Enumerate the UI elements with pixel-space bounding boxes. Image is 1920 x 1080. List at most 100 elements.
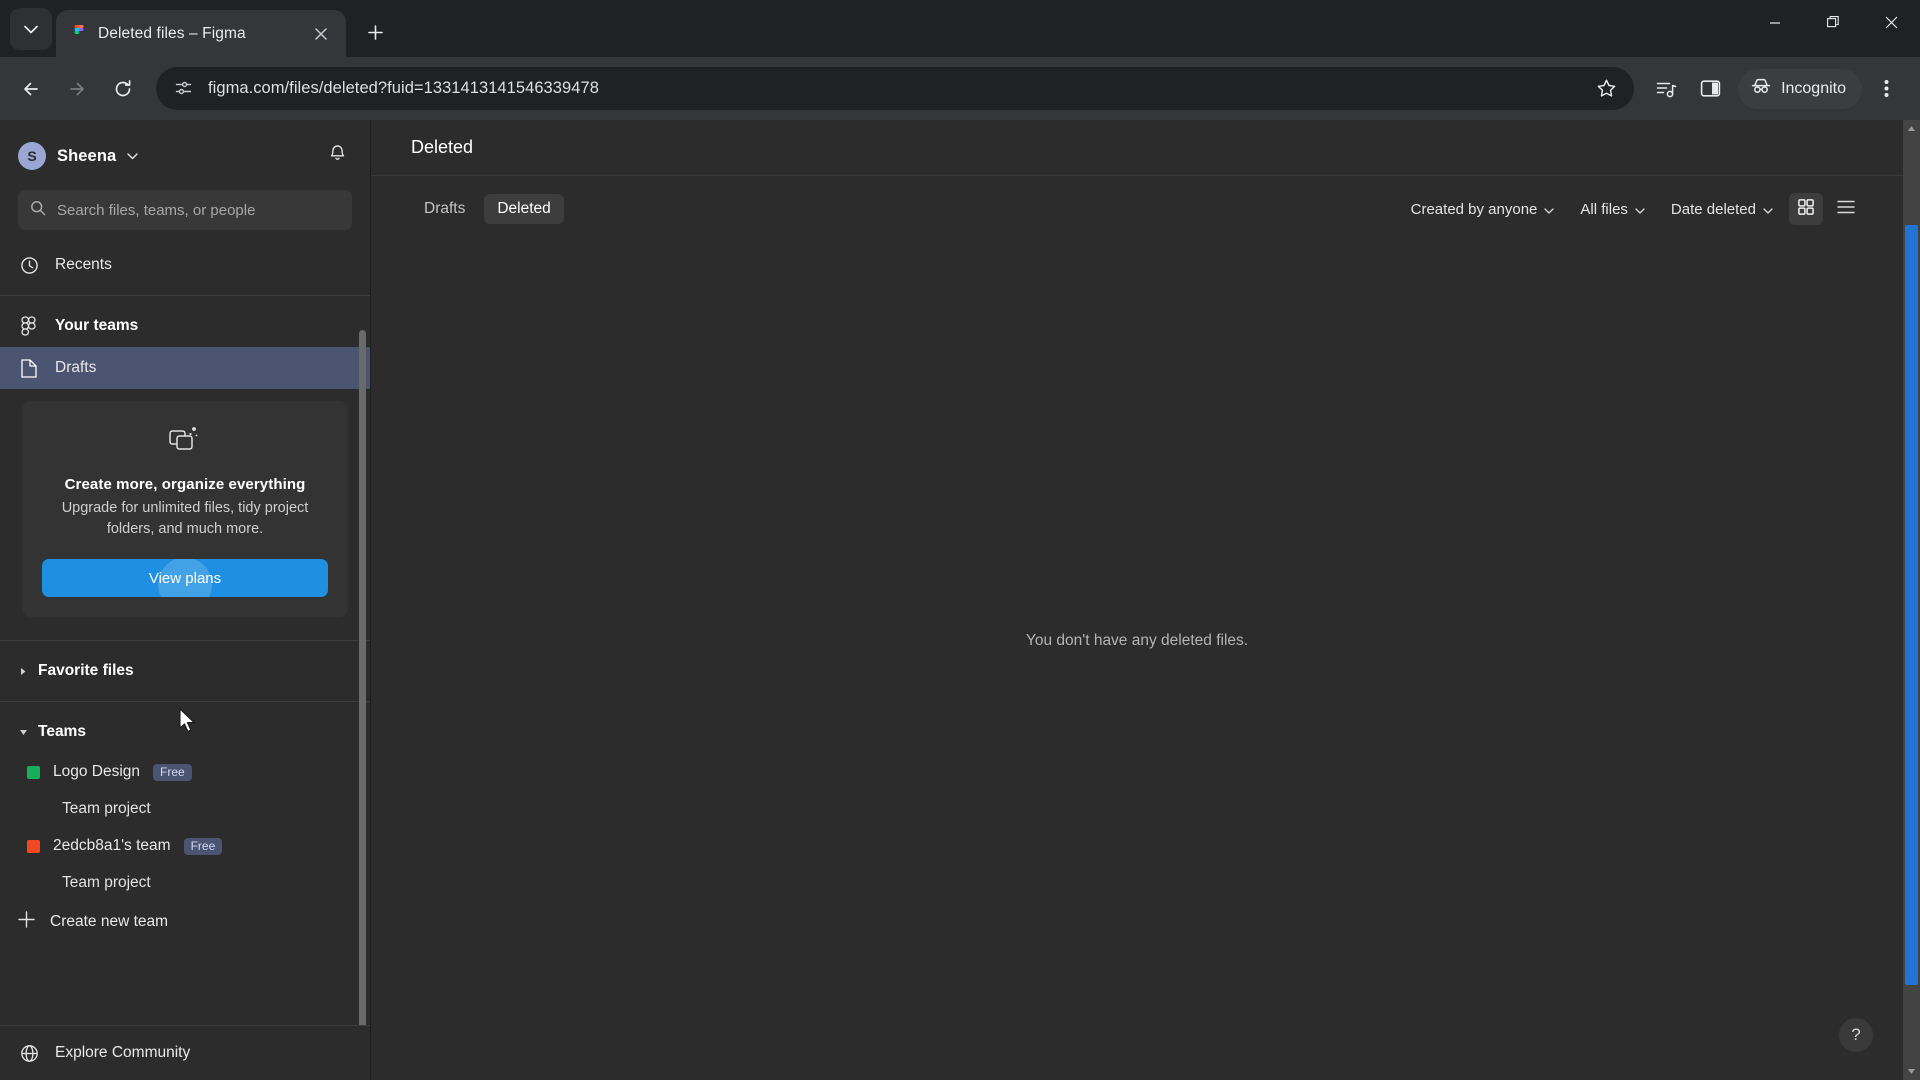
filter-label: Date deleted [1670, 200, 1756, 218]
search-icon [30, 200, 46, 221]
bell-icon [328, 144, 347, 168]
sidebar-scrollbar[interactable] [359, 330, 366, 1025]
empty-state-message: You don't have any deleted files. [1025, 632, 1249, 649]
team-name: 2edcb8a1's team [53, 837, 171, 855]
sidebar-item-label: Explore Community [55, 1044, 191, 1061]
grid-icon [1798, 198, 1814, 220]
help-label: ? [1851, 1025, 1861, 1044]
search-input[interactable]: Search files, teams, or people [18, 190, 352, 230]
minimize-button[interactable] [1746, 0, 1804, 45]
tab-drafts[interactable]: Drafts [411, 194, 478, 224]
section-label: Teams [38, 723, 86, 741]
filter-label: All files [1580, 200, 1628, 218]
grid-view-button[interactable] [1789, 193, 1823, 225]
media-control-icon[interactable] [1646, 69, 1686, 109]
new-tab-button[interactable] [358, 15, 392, 49]
page-scrollbar[interactable] [1903, 120, 1920, 1080]
site-settings-icon[interactable] [170, 76, 196, 102]
duplicate-sparkle-icon [42, 425, 328, 460]
page-title: Deleted [371, 120, 1903, 176]
browser-toolbar: figma.com/files/deleted?fuid=13314131415… [0, 57, 1920, 120]
browser-tab[interactable]: Deleted files – Figma [56, 10, 346, 57]
maximize-restore-button[interactable] [1804, 0, 1862, 45]
chevron-down-icon [127, 147, 138, 165]
sidebar-item-recents[interactable]: Recents [0, 244, 370, 286]
view-plans-button[interactable]: View plans [42, 559, 328, 598]
tab-deleted[interactable]: Deleted [484, 194, 564, 224]
star-icon[interactable] [1586, 69, 1626, 109]
notifications-button[interactable] [322, 141, 352, 171]
plan-badge: Free [183, 837, 223, 855]
team-item-logo-design[interactable]: Logo Design Free [0, 753, 370, 791]
team-name: Logo Design [53, 763, 141, 781]
figma-sidebar: S Sheena Search files, teams, or people … [0, 120, 371, 1080]
reload-button[interactable] [102, 68, 144, 110]
plus-icon [18, 911, 35, 933]
clock-icon [18, 256, 40, 275]
side-panel-icon[interactable] [1690, 69, 1730, 109]
list-icon [1837, 200, 1855, 219]
help-button[interactable]: ? [1839, 1018, 1873, 1052]
caret-down-icon [18, 729, 29, 736]
team-color-swatch [27, 765, 40, 779]
forward-button[interactable] [56, 68, 98, 110]
create-new-team-button[interactable]: Create new team [0, 901, 370, 943]
back-button[interactable] [10, 68, 52, 110]
project-label: Team project [62, 874, 151, 892]
filter-controls: Created by anyone All files Date deleted [1401, 193, 1863, 225]
sidebar-item-label: Recents [55, 256, 112, 273]
tab-strip: Deleted files – Figma [0, 0, 1920, 57]
caret-right-icon [18, 667, 29, 676]
globe-icon [18, 1044, 40, 1063]
scroll-down-arrow-icon[interactable] [1903, 1063, 1920, 1080]
section-label: Favorite files [38, 662, 134, 680]
filter-created-by[interactable]: Created by anyone [1401, 193, 1565, 225]
three-dot-menu-icon[interactable] [1866, 69, 1906, 109]
user-name: Sheena [57, 146, 117, 165]
team-color-swatch [27, 839, 40, 853]
scrollbar-thumb[interactable] [1905, 225, 1918, 985]
close-window-button[interactable] [1862, 0, 1920, 45]
upgrade-card: Create more, organize everything Upgrade… [22, 401, 348, 618]
account-menu-button[interactable]: S Sheena [18, 142, 310, 170]
project-item[interactable]: Team project [0, 865, 370, 901]
tab-search-button[interactable] [10, 8, 52, 50]
content-tabs: Drafts Deleted [411, 194, 1401, 224]
section-teams[interactable]: Teams [0, 711, 370, 753]
address-bar[interactable]: figma.com/files/deleted?fuid=13314131415… [156, 67, 1635, 110]
filter-file-type[interactable]: All files [1570, 193, 1655, 225]
search-placeholder: Search files, teams, or people [57, 201, 256, 219]
section-favorite-files[interactable]: Favorite files [0, 650, 370, 692]
sidebar-header: S Sheena Search files, teams, or people [0, 120, 370, 230]
sidebar-item-your-teams[interactable]: Your teams [0, 305, 370, 347]
sidebar-item-drafts[interactable]: Drafts [0, 347, 370, 389]
team-item-2edcb8a1[interactable]: 2edcb8a1's team Free [0, 827, 370, 865]
filter-sort-date-deleted[interactable]: Date deleted [1661, 193, 1783, 225]
main-toolbar: Drafts Deleted Created by anyone All fil… [371, 176, 1903, 242]
page-viewport: S Sheena Search files, teams, or people … [0, 120, 1920, 1080]
upgrade-subtitle: Upgrade for unlimited files, tidy projec… [61, 500, 309, 537]
scroll-up-arrow-icon[interactable] [1903, 120, 1920, 137]
sidebar-item-explore-community[interactable]: Explore Community [0, 1026, 370, 1080]
figma-teams-icon [18, 316, 40, 336]
incognito-label: Incognito [1781, 79, 1846, 97]
click-ripple [158, 559, 212, 598]
project-item[interactable]: Team project [0, 791, 370, 827]
incognito-icon [1750, 75, 1772, 102]
main-content: Deleted Drafts Deleted Created by anyone [371, 120, 1903, 1080]
figma-favicon-icon [70, 24, 88, 43]
sidebar-item-label: Drafts [55, 359, 97, 376]
divider [0, 295, 370, 296]
scrollbar-track[interactable] [1903, 137, 1920, 1063]
avatar: S [18, 142, 46, 170]
incognito-indicator[interactable]: Incognito [1738, 68, 1862, 109]
tab-close-icon[interactable] [308, 21, 334, 47]
file-icon [18, 358, 40, 378]
divider [0, 701, 370, 703]
empty-state: You don't have any deleted files. [371, 242, 1903, 1080]
user-row: S Sheena [18, 138, 352, 174]
project-label: Team project [62, 800, 151, 818]
list-view-button[interactable] [1829, 193, 1863, 225]
chevron-down-icon [1635, 201, 1645, 218]
url-text: figma.com/files/deleted?fuid=13314131415… [208, 79, 599, 97]
